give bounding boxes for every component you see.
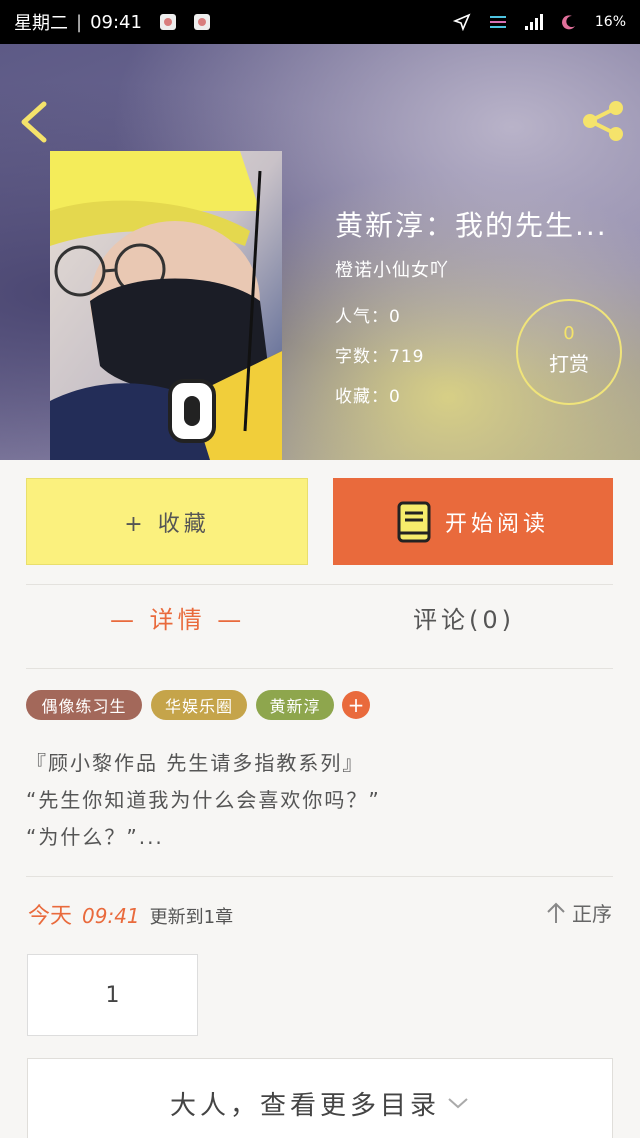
back-chevron-icon[interactable] [14,100,54,144]
status-day: 星期二 [14,13,68,34]
add-to-collection-button[interactable]: + 收藏 [26,478,308,565]
share-icon[interactable] [578,96,628,146]
reward-count: 0 [563,323,575,344]
synopsis-line: 『顾小黎作品 先生请多指教系列』 [26,751,365,775]
status-time: 09:41 [90,11,142,33]
location-arrow-icon [452,13,471,31]
tag-chip[interactable]: 偶像练习生 [26,690,142,720]
status-bar: 星期二 | 09:41 16% [0,0,640,44]
synopsis-line: “先生你知道我为什么会喜欢你吗？” [26,788,381,812]
arrow-up-icon [547,902,565,923]
chevron-down-icon [448,1098,468,1109]
tag-chip[interactable]: 黄新淳 [256,690,334,720]
reward-button[interactable]: 0 打赏 [516,299,622,405]
book-icon [397,501,431,542]
more-catalog-label: 大人，查看更多目录 [169,1090,440,1121]
sort-order-label: 正序 [572,902,612,926]
synopsis[interactable]: 『顾小黎作品 先生请多指教系列』 “先生你知道我为什么会喜欢你吗？” “为什么？… [26,745,613,856]
moon-icon [561,15,575,30]
chapter-item[interactable]: 1 [27,954,198,1036]
divider [26,584,613,585]
add-tag-button[interactable]: + [342,691,370,719]
synopsis-line: “为什么？”... [26,825,164,849]
start-reading-label: 开始阅读 [444,511,549,537]
book-author[interactable]: 橙诺小仙女吖 [335,256,449,282]
chapter-number: 1 [105,982,120,1008]
signal-icon [524,14,543,30]
book-title: 黄新淳：我的先生... [335,209,608,242]
update-time: 09:41 [82,904,140,928]
reward-label: 打赏 [549,352,589,376]
update-text: 更新到1章 [149,907,234,928]
book-header: 黄新淳：我的先生... 橙诺小仙女吖 人气：0 字数：719 收藏：0 0 打赏 [0,44,640,460]
more-catalog-button[interactable]: 大人，查看更多目录 [27,1058,613,1138]
battery-text: 16% [594,14,626,30]
book-cover-image[interactable] [50,151,282,460]
favorites-stat: 收藏：0 [335,387,401,407]
start-reading-button[interactable]: 开始阅读 [333,478,613,565]
status-separator: | [76,11,83,33]
collect-label: + 收藏 [124,511,210,537]
menu-lines-icon [489,16,506,28]
divider [26,668,613,669]
update-today: 今天 [28,904,73,929]
word-count-stat: 字数：719 [335,347,425,367]
popularity-stat: 人气：0 [335,307,401,327]
tab-detail[interactable]: — 详情 — [110,600,245,635]
sort-order-button[interactable]: 正序 [546,898,612,927]
notification-icon [159,14,176,30]
tab-comments[interactable]: 评论(0) [413,600,515,635]
divider [26,876,613,877]
cover-illustration [50,151,282,460]
notification-icon [193,14,210,30]
update-info: 今天 09:41 更新到1章 [28,898,233,930]
tag-chip[interactable]: 华娱乐圈 [151,690,247,720]
